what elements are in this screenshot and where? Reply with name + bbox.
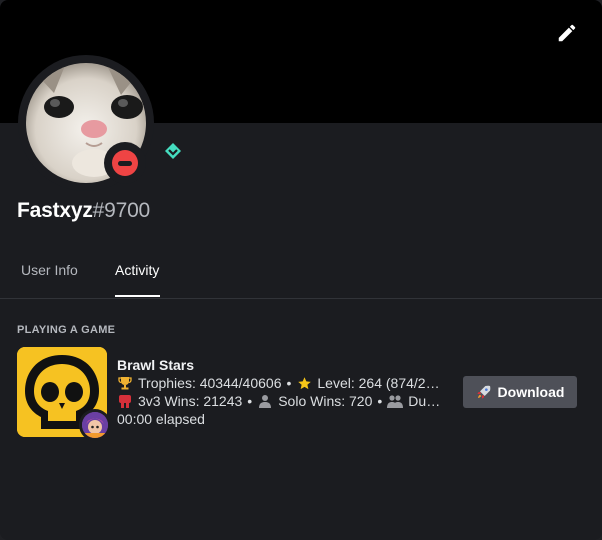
solo-icon bbox=[257, 393, 273, 409]
activity-elapsed: 00:00 elapsed bbox=[117, 411, 443, 427]
trophy-icon bbox=[117, 375, 133, 391]
profile-tabs: User Info Activity bbox=[0, 255, 602, 299]
activity-heading: PLAYING A GAME bbox=[17, 324, 116, 336]
star-icon bbox=[296, 375, 312, 391]
wins-3v3-text: 3v3 Wins: 21243 bbox=[138, 393, 243, 409]
game-name: Brawl Stars bbox=[117, 357, 195, 373]
rocket-icon bbox=[476, 384, 492, 400]
username-discriminator: #9700 bbox=[92, 199, 151, 222]
duo-wins-text: Duo W… bbox=[408, 393, 443, 409]
tab-activity[interactable]: Activity bbox=[115, 262, 159, 278]
elapsed-time: 00:00 elapsed bbox=[117, 411, 205, 427]
username: Fastxyz#9700 bbox=[17, 199, 150, 223]
duo-icon bbox=[387, 393, 404, 409]
status-indicator bbox=[104, 142, 146, 184]
game-small-image[interactable] bbox=[79, 409, 111, 441]
brawler-portrait-icon bbox=[82, 412, 108, 438]
username-name: Fastxyz bbox=[17, 199, 93, 222]
separator: • bbox=[286, 375, 292, 391]
solo-wins-text: Solo Wins: 720 bbox=[278, 393, 373, 409]
pencil-icon bbox=[556, 22, 578, 49]
activity-state: 3v3 Wins: 21243 • Solo Wins: 720 • Duo W… bbox=[117, 393, 443, 409]
3v3-icon bbox=[117, 393, 133, 409]
download-label: Download bbox=[497, 384, 565, 400]
edit-profile-button[interactable] bbox=[553, 21, 581, 49]
separator: • bbox=[247, 393, 253, 409]
download-button[interactable]: Download bbox=[463, 376, 577, 408]
tab-user-info[interactable]: User Info bbox=[21, 262, 78, 278]
profile-card: Fastxyz#9700 User Info Activity PLAYING … bbox=[0, 0, 602, 540]
hypesquad-balance-icon[interactable] bbox=[164, 142, 182, 160]
trophies-text: Trophies: 40344/40606 bbox=[138, 375, 282, 391]
tabs-divider bbox=[0, 298, 602, 299]
level-text: Level: 264 (874/26… bbox=[317, 375, 443, 391]
active-tab-indicator bbox=[115, 295, 160, 297]
separator: • bbox=[377, 393, 383, 409]
do-not-disturb-icon bbox=[112, 150, 138, 176]
activity-details: Trophies: 40344/40606 • Level: 264 (874/… bbox=[117, 375, 443, 391]
